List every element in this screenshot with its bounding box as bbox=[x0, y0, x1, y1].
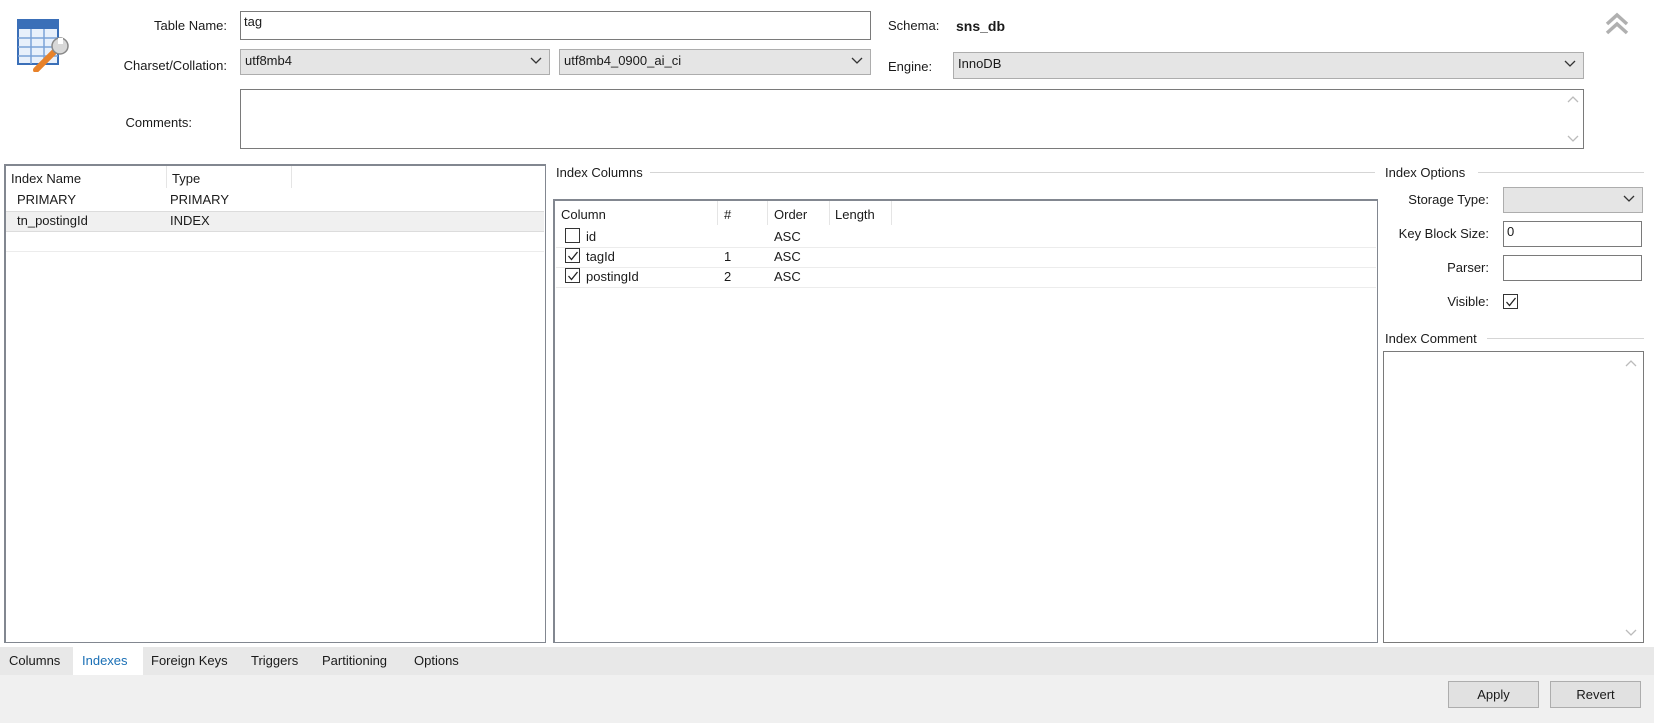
header-divider bbox=[166, 166, 167, 188]
header-divider bbox=[829, 201, 830, 225]
revert-button[interactable]: Revert bbox=[1550, 681, 1641, 708]
table-row[interactable]: tagId 1 ASC bbox=[556, 248, 1376, 268]
visible-label: Visible: bbox=[1447, 294, 1489, 309]
tab-foreign-keys[interactable]: Foreign Keys bbox=[151, 653, 228, 668]
column-checkbox[interactable] bbox=[565, 228, 580, 243]
charset-select[interactable]: utf8mb4 bbox=[240, 49, 550, 75]
chevron-down-icon bbox=[530, 57, 542, 64]
table-editor-icon bbox=[16, 16, 72, 73]
column-checkbox-checked[interactable] bbox=[565, 248, 580, 263]
column-name-cell: id bbox=[586, 229, 597, 244]
table-row[interactable]: PRIMARY PRIMARY bbox=[6, 191, 544, 211]
column-name-cell: tagId bbox=[586, 249, 615, 264]
comments-scrollbar[interactable] bbox=[1563, 90, 1583, 148]
column-header-column[interactable]: Column bbox=[561, 207, 606, 222]
column-header-length[interactable]: Length bbox=[835, 207, 875, 222]
index-comment-title: Index Comment bbox=[1385, 331, 1477, 346]
index-name-cell: tn_postingId bbox=[17, 213, 88, 228]
column-header-number[interactable]: # bbox=[724, 207, 731, 222]
storage-type-label: Storage Type: bbox=[1408, 192, 1489, 207]
charset-select-value: utf8mb4 bbox=[245, 53, 292, 68]
column-header-order[interactable]: Order bbox=[774, 207, 807, 222]
schema-value: sns_db bbox=[956, 18, 1006, 34]
table-row[interactable]: postingId 2 ASC bbox=[556, 268, 1376, 288]
header-divider bbox=[891, 201, 892, 225]
comments-label: Comments: bbox=[125, 115, 192, 130]
column-number-cell: 1 bbox=[724, 249, 732, 264]
tab-columns[interactable]: Columns bbox=[9, 653, 60, 668]
table-name-label: Table Name: bbox=[154, 18, 227, 33]
tab-triggers[interactable]: Triggers bbox=[251, 653, 298, 668]
column-checkbox-checked[interactable] bbox=[565, 268, 580, 283]
collation-select[interactable]: utf8mb4_0900_ai_ci bbox=[559, 49, 871, 75]
visible-checkbox[interactable] bbox=[1503, 294, 1518, 309]
collapse-chevron-icon[interactable] bbox=[1603, 10, 1631, 38]
index-options-title: Index Options bbox=[1385, 165, 1466, 180]
index-name-cell: PRIMARY bbox=[17, 192, 76, 207]
key-block-size-input[interactable]: 0 bbox=[1503, 221, 1642, 247]
tab-bar bbox=[0, 647, 1654, 675]
bottom-bar bbox=[0, 675, 1654, 723]
tab-options[interactable]: Options bbox=[414, 653, 459, 668]
comments-textarea[interactable] bbox=[240, 89, 1584, 149]
tab-partitioning[interactable]: Partitioning bbox=[322, 653, 387, 668]
column-order-cell: ASC bbox=[774, 229, 801, 244]
schema-label: Schema: bbox=[888, 18, 940, 33]
storage-type-select[interactable] bbox=[1503, 187, 1643, 213]
chevron-down-icon bbox=[1623, 195, 1635, 202]
indexes-table[interactable] bbox=[4, 164, 546, 643]
header-divider bbox=[291, 166, 292, 188]
index-comment-scrollbar[interactable] bbox=[1620, 352, 1642, 642]
column-order-cell: ASC bbox=[774, 269, 801, 284]
group-divider bbox=[1487, 338, 1644, 339]
column-header-type[interactable]: Type bbox=[172, 171, 200, 186]
column-name-cell: postingId bbox=[586, 269, 639, 284]
engine-select[interactable]: InnoDB bbox=[953, 52, 1584, 79]
parser-input[interactable] bbox=[1503, 255, 1642, 281]
index-columns-title: Index Columns bbox=[556, 165, 643, 180]
header-divider bbox=[717, 201, 718, 225]
checkbox-checked-icon bbox=[568, 251, 579, 261]
checkbox-checked-icon bbox=[568, 271, 579, 281]
row-divider bbox=[556, 287, 1376, 288]
group-divider bbox=[1478, 172, 1644, 173]
index-comment-textarea[interactable] bbox=[1383, 351, 1644, 643]
scroll-down-icon bbox=[1567, 135, 1579, 142]
table-name-input[interactable]: tag bbox=[240, 11, 871, 40]
index-type-cell: INDEX bbox=[170, 213, 210, 228]
scroll-up-icon bbox=[1567, 96, 1579, 103]
tab-indexes-label: Indexes bbox=[82, 653, 128, 668]
column-number-cell: 2 bbox=[724, 269, 732, 284]
tab-indexes-active[interactable]: Indexes bbox=[73, 647, 143, 675]
scroll-up-icon bbox=[1625, 360, 1637, 367]
group-divider bbox=[650, 172, 1375, 173]
index-type-cell: PRIMARY bbox=[170, 192, 229, 207]
checkbox-checked-icon bbox=[1506, 297, 1517, 307]
scroll-down-icon bbox=[1625, 629, 1637, 636]
column-header-index-name[interactable]: Index Name bbox=[11, 171, 81, 186]
chevron-down-icon bbox=[851, 57, 863, 64]
charset-collation-label: Charset/Collation: bbox=[123, 58, 227, 73]
row-divider bbox=[6, 251, 544, 252]
collation-select-value: utf8mb4_0900_ai_ci bbox=[564, 53, 682, 68]
table-row-selected[interactable]: tn_postingId INDEX bbox=[6, 211, 544, 232]
engine-select-value: InnoDB bbox=[958, 56, 1002, 71]
key-block-size-label: Key Block Size: bbox=[1398, 226, 1489, 241]
table-row[interactable]: id ASC bbox=[556, 227, 1376, 247]
engine-label: Engine: bbox=[888, 59, 933, 74]
chevron-down-icon bbox=[1564, 60, 1576, 67]
column-order-cell: ASC bbox=[774, 249, 801, 264]
parser-label: Parser: bbox=[1447, 260, 1489, 275]
header-divider bbox=[767, 201, 768, 225]
apply-button[interactable]: Apply bbox=[1448, 681, 1539, 708]
